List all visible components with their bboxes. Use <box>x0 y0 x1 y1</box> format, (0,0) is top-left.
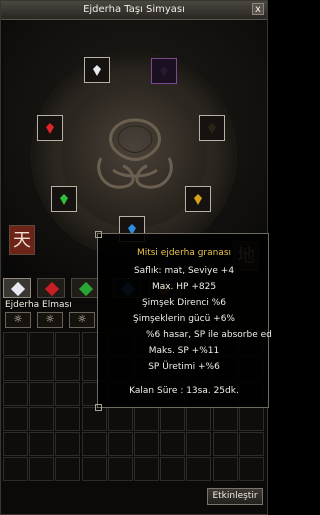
inventory-cell[interactable] <box>160 432 186 456</box>
inventory-cell[interactable] <box>29 332 55 356</box>
grade-button-3[interactable]: ☼ <box>69 312 95 328</box>
inventory-cell[interactable] <box>81 432 107 456</box>
inventory-cell[interactable] <box>238 407 264 431</box>
ruby-tab-icon <box>44 281 60 297</box>
grade-section-label: Ejderha Elması <box>5 300 72 310</box>
inventory-cell[interactable] <box>29 357 55 381</box>
inventory-cell[interactable] <box>212 432 238 456</box>
tooltip-absorb: %6 hasar, SP ile absorbe ed <box>146 330 272 340</box>
dragon-stone-alchemy-window: Ejderha Taşı Simyası x 天 Ejderha Elması … <box>0 0 272 515</box>
inventory-cell[interactable] <box>29 407 55 431</box>
tooltip-max-hp: Max. HP +825 <box>151 282 217 292</box>
diamond-gem-icon <box>93 65 101 76</box>
jade-gem-icon <box>60 194 68 205</box>
tab-jade[interactable] <box>71 278 99 298</box>
activate-button[interactable]: Etkinleştir <box>207 488 263 505</box>
heaven-badge[interactable]: 天 <box>9 225 35 255</box>
inventory-cell[interactable] <box>186 407 212 431</box>
inventory-cell[interactable] <box>107 457 133 481</box>
inventory-cell[interactable] <box>212 457 238 481</box>
slot-ruby-left[interactable] <box>37 115 63 141</box>
inventory-cell[interactable] <box>134 457 159 481</box>
inventory-cell[interactable] <box>29 382 55 406</box>
inventory-cell[interactable] <box>3 357 28 381</box>
tooltip-corner <box>95 231 102 238</box>
tooltip-lightning-res: Şimşek Direnci %6 <box>141 298 227 308</box>
grade-button-1[interactable]: ☼ <box>5 312 31 328</box>
inventory-cell[interactable] <box>3 432 28 456</box>
tooltip-corner <box>95 404 102 411</box>
inventory-cell[interactable] <box>55 407 81 431</box>
inventory-cell[interactable] <box>3 382 28 406</box>
inventory-cell[interactable] <box>3 332 28 356</box>
inventory-cell[interactable] <box>107 432 133 456</box>
slot-jade-left[interactable] <box>51 186 77 212</box>
amethyst-gem-icon <box>160 66 168 77</box>
inventory-cell[interactable] <box>238 457 264 481</box>
inventory-cell[interactable] <box>29 432 55 456</box>
inventory-cell[interactable] <box>55 457 81 481</box>
jade-tab-icon <box>78 281 94 297</box>
inventory-cell[interactable] <box>29 457 55 481</box>
inventory-cell[interactable] <box>134 432 159 456</box>
close-button[interactable]: x <box>252 3 264 15</box>
tooltip-item-name: Mitsi ejderha granası <box>136 248 232 258</box>
inventory-cell[interactable] <box>160 407 186 431</box>
window-title: Ejderha Taşı Simyası <box>83 4 185 15</box>
inventory-cell[interactable] <box>186 432 212 456</box>
tooltip-max-sp: Maks. SP +%11 <box>148 346 220 356</box>
topaz-gem-icon <box>208 123 216 134</box>
item-tooltip: Mitsi ejderha granası Saflık: mat, Seviy… <box>95 231 272 411</box>
inventory-cell[interactable] <box>3 407 28 431</box>
tooltip-remaining-time: Kalan Süre : 13sa. 25dk. <box>129 386 239 396</box>
inventory-cell[interactable] <box>81 457 107 481</box>
tab-diamond[interactable] <box>3 278 31 298</box>
slot-garnet-right[interactable] <box>185 186 211 212</box>
grade-button-2[interactable]: ☼ <box>37 312 63 328</box>
title-bar[interactable]: Ejderha Taşı Simyası x <box>1 1 267 20</box>
inventory-cell[interactable] <box>55 432 81 456</box>
tooltip-sp-regen: SP Üretimi +%6 <box>148 362 220 372</box>
inventory-cell[interactable] <box>238 432 264 456</box>
ruby-gem-icon <box>46 123 54 134</box>
inventory-cell[interactable] <box>186 457 212 481</box>
inventory-cell[interactable] <box>160 457 186 481</box>
slot-diamond-top[interactable] <box>84 57 110 83</box>
inventory-cell[interactable] <box>55 357 81 381</box>
inventory-cell[interactable] <box>107 407 133 431</box>
garnet-gem-icon <box>194 194 202 205</box>
inventory-cell[interactable] <box>212 407 238 431</box>
inventory-cell[interactable] <box>55 332 81 356</box>
slot-top-right[interactable] <box>151 58 177 84</box>
tooltip-purity: Saflık: mat, Seviye +4 <box>133 266 235 276</box>
tab-ruby[interactable] <box>37 278 65 298</box>
inventory-cell[interactable] <box>134 407 159 431</box>
inventory-cell[interactable] <box>3 457 28 481</box>
slot-right-gold[interactable] <box>199 115 225 141</box>
tooltip-lightning-power: Şimşeklerin gücü +6% <box>133 314 235 324</box>
diamond-tab-icon <box>10 281 26 297</box>
inventory-cell[interactable] <box>55 382 81 406</box>
dragon-knot-ornament <box>97 118 173 189</box>
